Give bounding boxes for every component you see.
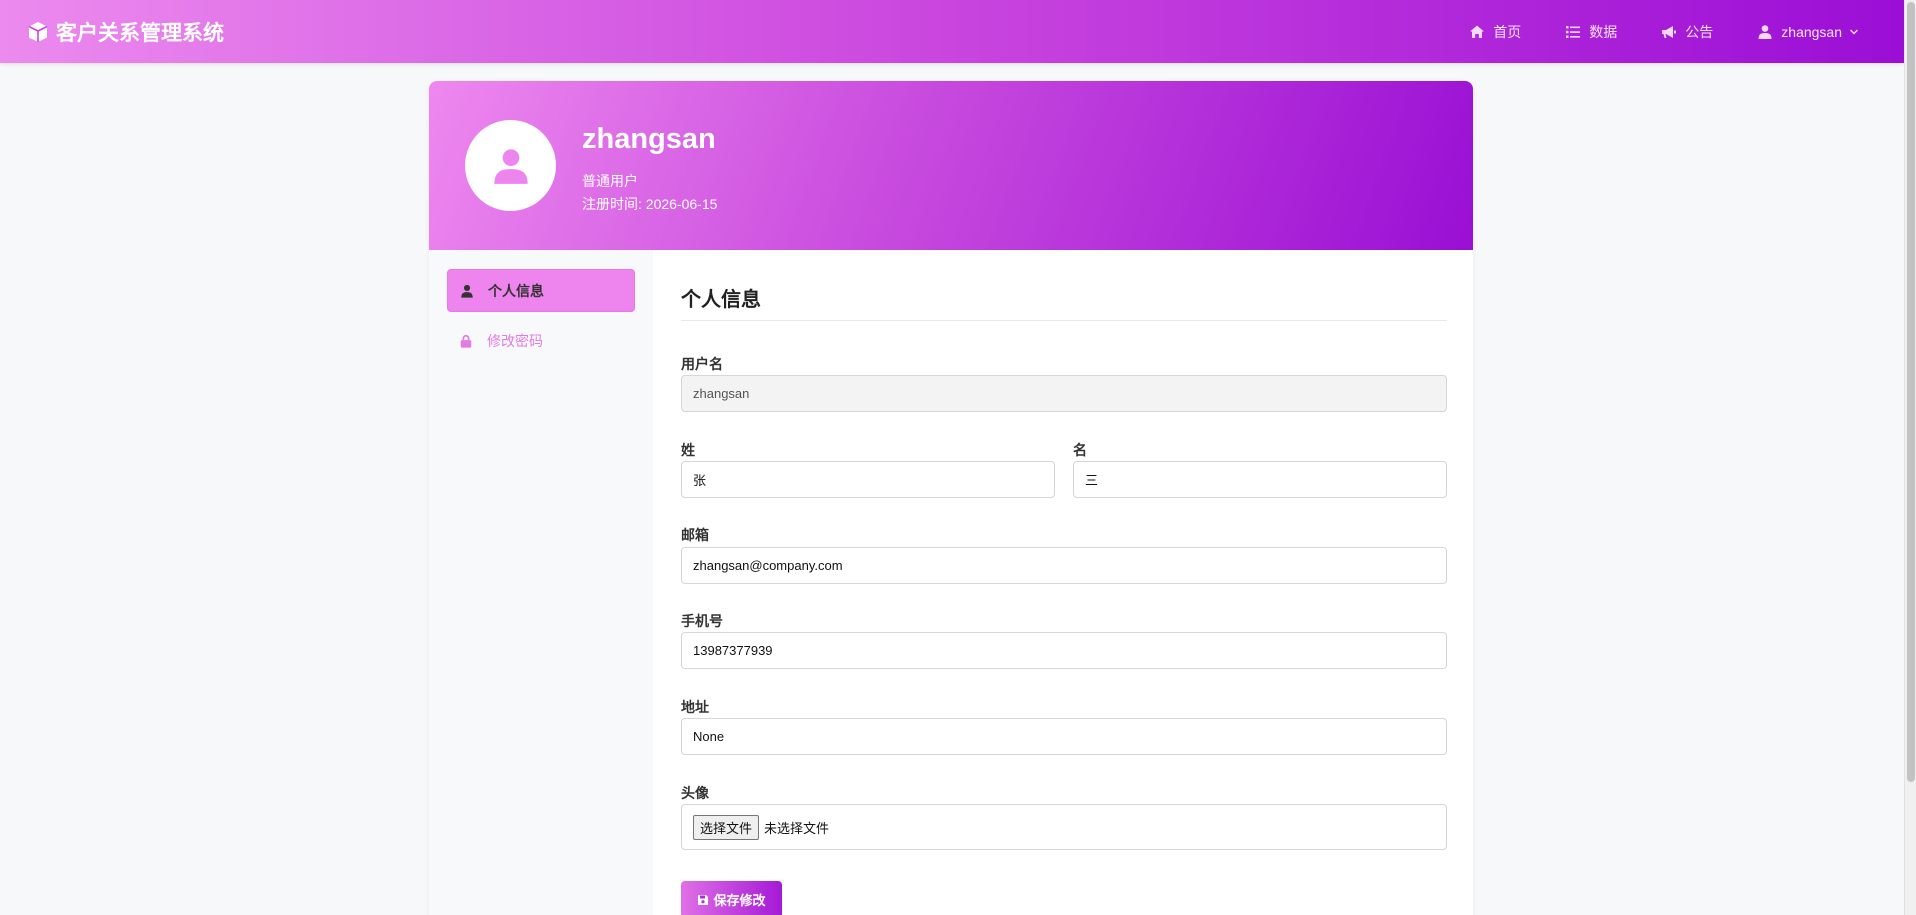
avatar-label: 头像 [681,785,709,801]
phone-label: 手机号 [681,613,723,629]
file-status-text: 未选择文件 [764,820,830,836]
profile-sidebar: 个人信息 修改密码 [429,250,653,915]
nav-announcements-label: 公告 [1685,23,1714,40]
user-menu-name: zhangsan [1781,23,1842,40]
email-label: 邮箱 [681,527,709,543]
address-label: 地址 [681,699,709,715]
list-icon [1566,25,1581,38]
username-field[interactable]: zhangsan [681,375,1447,412]
scrollbar-thumb[interactable] [1907,2,1915,782]
phone-field[interactable]: 13987377939 [681,632,1447,669]
nav-data[interactable]: 数据 [1565,22,1617,42]
profile-card: zhangsan 普通用户 注册时间: 2026-06-15 个人信息 修改密码… [429,81,1473,915]
user-icon [1758,24,1772,39]
avatar-file-input: 选择文件 未选择文件 [681,804,1447,850]
profile-name: zhangsan [582,123,716,155]
sidebar-item-label: 修改密码 [487,332,543,349]
nav-data-label: 数据 [1589,23,1618,40]
megaphone-icon [1662,25,1677,38]
choose-file-button[interactable]: 选择文件 [693,814,760,840]
profile-registered-date: 注册时间: 2026-06-15 [582,196,718,212]
form-title: 个人信息 [681,289,761,311]
firstname-field[interactable]: 三 [1073,461,1447,498]
firstname-label: 名 [1073,442,1087,458]
nav-home-label: 首页 [1493,23,1522,40]
page-scrollbar[interactable] [1904,0,1916,915]
profile-header: zhangsan 普通用户 注册时间: 2026-06-15 [429,81,1473,250]
nav-announcements[interactable]: 公告 [1661,22,1713,42]
sidebar-item-label: 个人信息 [488,282,544,299]
save-button[interactable]: 保存修改 [681,881,782,915]
save-button-label: 保存修改 [713,893,766,908]
profile-role: 普通用户 [582,173,638,189]
lastname-field[interactable]: 张 [681,461,1055,498]
brand-title: 客户关系管理系统 [56,21,224,45]
chevron-down-icon [1849,28,1859,35]
brand[interactable]: 客户关系管理系统 [26,17,224,47]
nav-links: 首页 数据 公告 zhangsan [1469,0,1904,63]
save-icon [698,894,709,905]
address-field[interactable]: None [681,718,1447,755]
top-navbar: 客户关系管理系统 首页 数据 公告 zhangsan [0,0,1904,63]
username-label: 用户名 [681,356,723,372]
nav-home[interactable]: 首页 [1469,22,1521,42]
sidebar-item-change-password[interactable]: 修改密码 [447,319,635,362]
email-field[interactable]: zhangsan@company.com [681,547,1447,584]
title-divider [681,320,1447,321]
lastname-label: 姓 [681,442,695,458]
sidebar-item-personal-info[interactable]: 个人信息 [447,269,635,312]
avatar [465,120,556,211]
user-avatar-icon [493,148,528,184]
home-icon [1470,25,1485,38]
user-icon [461,284,473,298]
cube-icon [28,21,48,42]
user-menu[interactable]: zhangsan [1757,24,1860,40]
lock-icon [460,334,472,348]
